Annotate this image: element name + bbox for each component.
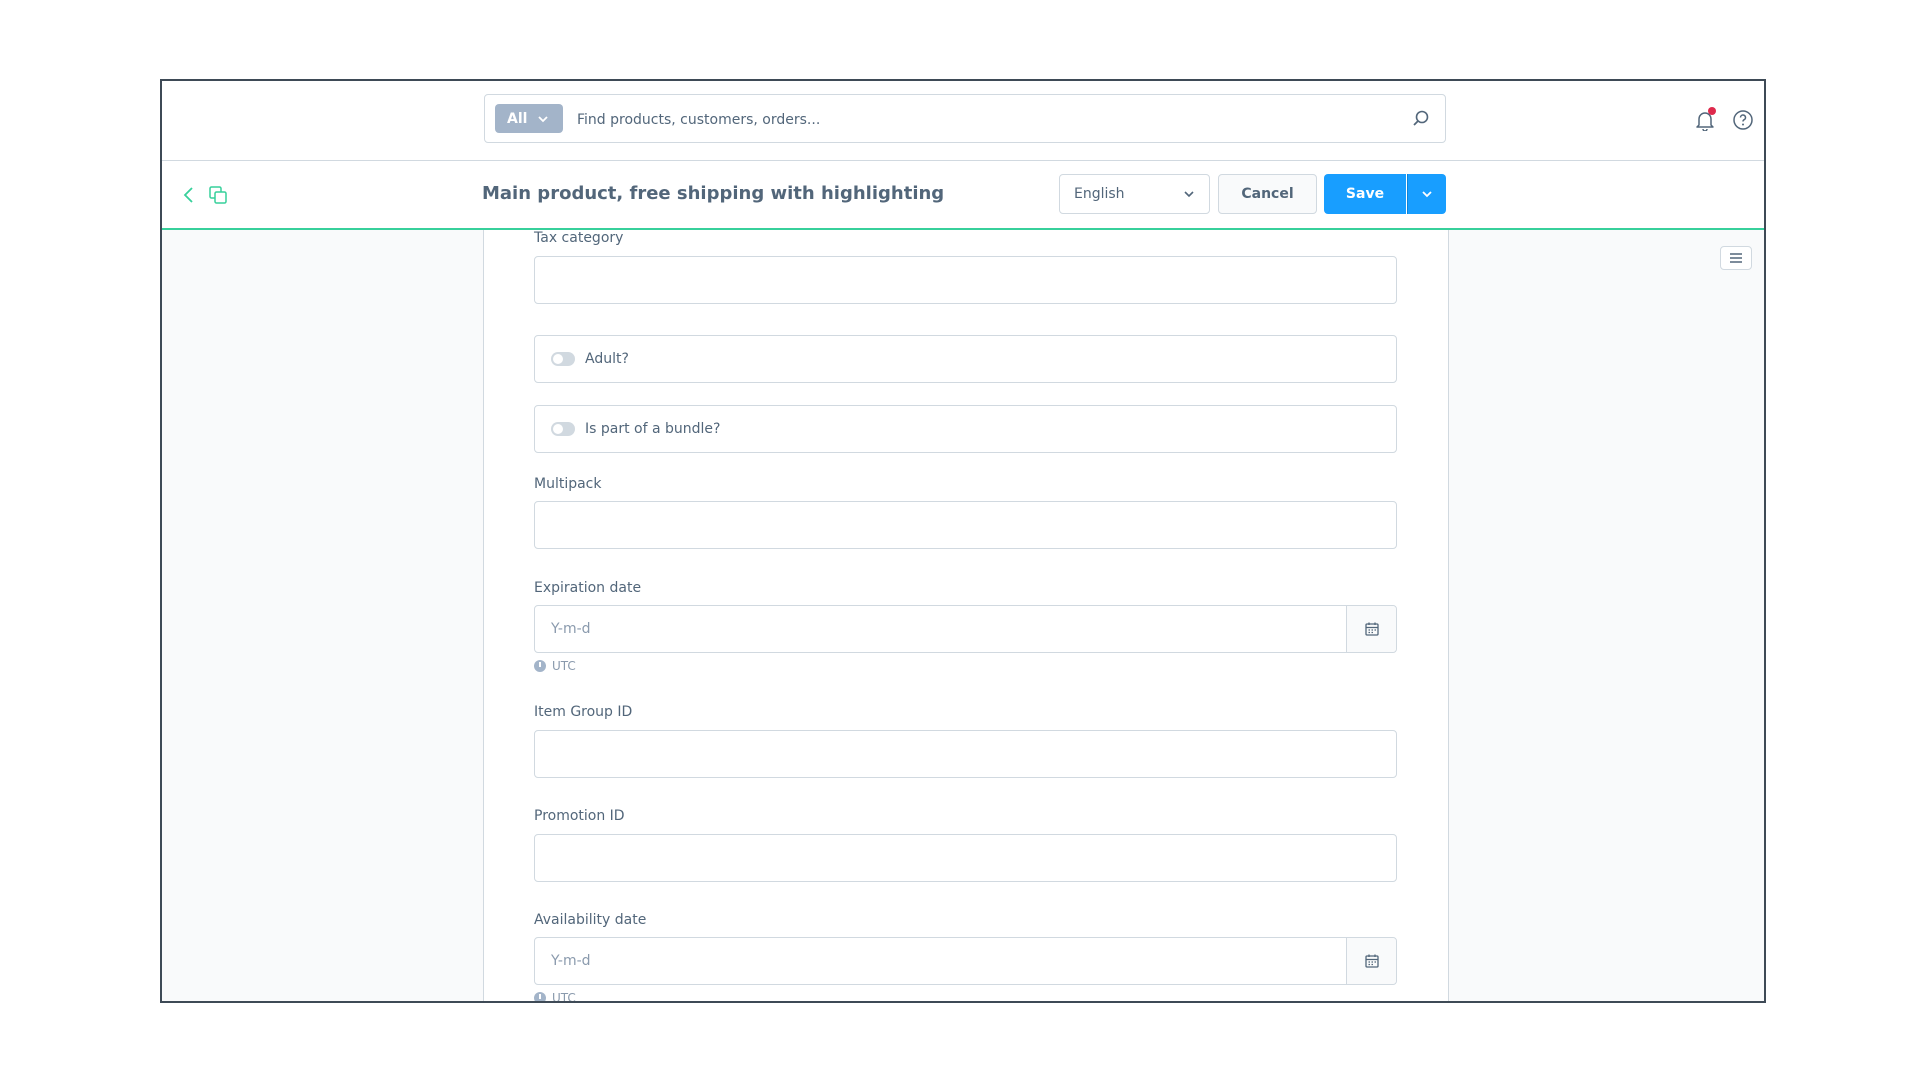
content-area: Tax category Adult? Is part of a bundle?… (162, 230, 1764, 1003)
adult-toggle[interactable] (551, 352, 575, 366)
expiration-date-timezone-hint: UTC (534, 659, 576, 673)
save-button[interactable]: Save (1324, 174, 1406, 214)
smart-bar: Main product, free shipping with highlig… (162, 161, 1764, 230)
availability-date-field (534, 937, 1397, 985)
expiration-date-field (534, 605, 1397, 653)
tax-category-field[interactable] (534, 256, 1397, 304)
page-title: Main product, free shipping with highlig… (482, 183, 945, 204)
multipack-field[interactable] (534, 501, 1397, 549)
item-group-id-field[interactable] (534, 730, 1397, 778)
expiration-date-timezone: UTC (552, 659, 576, 673)
search-type-label: All (507, 110, 528, 127)
availability-date-timezone-hint: UTC (534, 991, 576, 1003)
clock-icon (534, 992, 546, 1001)
expiration-date-label: Expiration date (534, 580, 642, 596)
help-button[interactable] (1732, 109, 1754, 131)
search-icon[interactable] (1411, 109, 1431, 129)
product-form-card: Tax category Adult? Is part of a bundle?… (483, 230, 1449, 1003)
expiration-date-input[interactable] (535, 606, 1347, 652)
multipack-input[interactable] (535, 502, 1396, 548)
adult-label: Adult? (585, 351, 629, 367)
notification-badge (1708, 107, 1716, 115)
bundle-toggle[interactable] (551, 422, 575, 436)
clock-icon (534, 660, 546, 672)
availability-date-label: Availability date (534, 912, 647, 928)
calendar-icon (1364, 622, 1379, 636)
availability-date-input[interactable] (535, 938, 1347, 984)
top-actions (1694, 107, 1754, 132)
menu-icon (1730, 253, 1742, 263)
multipack-label: Multipack (534, 476, 602, 492)
availability-date-timezone: UTC (552, 991, 576, 1003)
search-input[interactable] (575, 103, 1379, 137)
tax-category-label: Tax category (534, 230, 624, 246)
chevron-down-icon (1422, 191, 1432, 198)
calendar-icon (1364, 954, 1379, 968)
copy-icon[interactable] (208, 185, 228, 205)
language-select-value: English (1074, 186, 1125, 202)
save-options-button[interactable] (1407, 174, 1446, 214)
top-bar: All (162, 81, 1764, 161)
sidebar-toggle-button[interactable] (1720, 246, 1752, 270)
item-group-id-input[interactable] (535, 731, 1396, 777)
search-type-dropdown[interactable]: All (495, 104, 563, 133)
notifications-button[interactable] (1694, 107, 1716, 132)
expiration-date-calendar-button[interactable] (1346, 606, 1396, 652)
language-select[interactable]: English (1059, 174, 1210, 214)
promotion-id-field[interactable] (534, 834, 1397, 882)
global-search: All (484, 94, 1446, 143)
bundle-switch-field: Is part of a bundle? (534, 405, 1397, 453)
help-icon (1733, 110, 1753, 130)
chevron-down-icon (538, 115, 549, 122)
item-group-id-label: Item Group ID (534, 704, 633, 720)
cancel-button[interactable]: Cancel (1218, 174, 1317, 214)
app-window: All Find products, customers, orders... … (160, 79, 1766, 1003)
tax-category-input[interactable] (535, 257, 1396, 303)
adult-switch-field: Adult? (534, 335, 1397, 383)
promotion-id-input[interactable] (535, 835, 1396, 881)
chevron-down-icon (1184, 191, 1194, 198)
bundle-label: Is part of a bundle? (585, 421, 721, 437)
promotion-id-label: Promotion ID (534, 808, 625, 824)
chevron-left-icon[interactable] (180, 185, 198, 205)
availability-date-calendar-button[interactable] (1346, 938, 1396, 984)
